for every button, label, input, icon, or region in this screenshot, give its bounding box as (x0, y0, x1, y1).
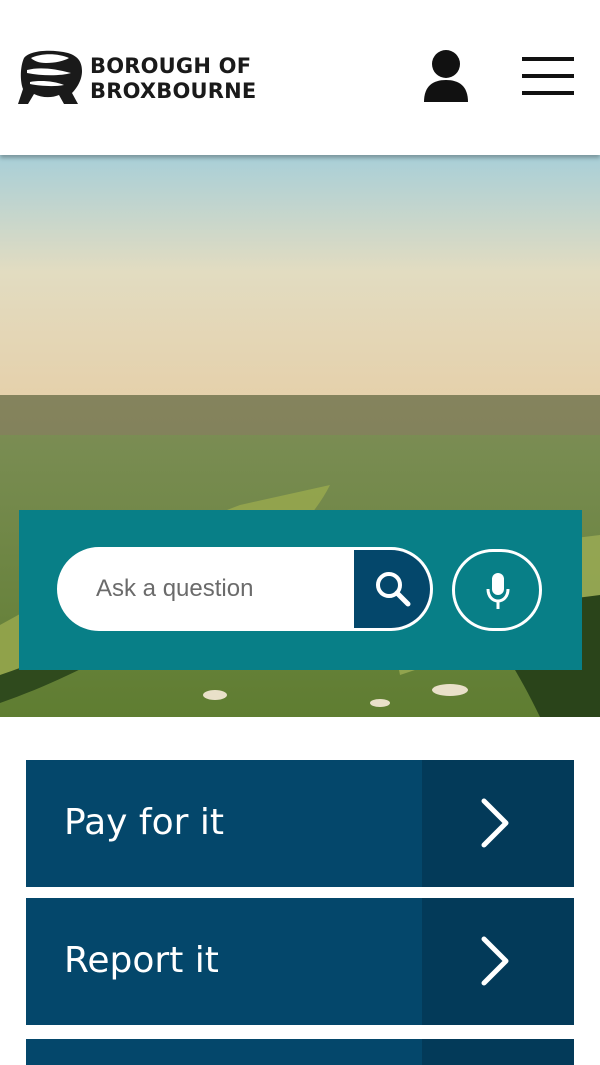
search-box (57, 547, 433, 631)
report-it-button[interactable]: Report it (26, 898, 574, 1025)
menu-line-bottom (522, 91, 574, 95)
person-icon (424, 50, 468, 102)
hamburger-menu-icon[interactable] (520, 55, 576, 97)
chevron-right-icon (481, 798, 509, 848)
pay-for-it-button[interactable]: Pay for it (26, 760, 574, 887)
voice-search-button[interactable] (452, 549, 542, 631)
logo-line-1: BOROUGH OF (90, 54, 252, 78)
chevron-right-icon (481, 936, 509, 986)
logo-line-2: BROXBOURNE (90, 79, 257, 103)
menu-line-top (522, 57, 574, 61)
search-input[interactable] (60, 550, 354, 628)
account-button[interactable] (420, 48, 472, 104)
logo-text: BOROUGH OF BROXBOURNE (90, 54, 256, 104)
site-header: BOROUGH OF BROXBOURNE (0, 0, 600, 155)
task-arrow (422, 760, 574, 887)
menu-line-middle (522, 74, 574, 78)
hero-banner (0, 155, 600, 717)
microphone-icon (486, 573, 510, 609)
task-arrow (422, 1039, 574, 1065)
task-button-partial[interactable] (26, 1039, 574, 1065)
search-icon (376, 572, 411, 607)
search-button[interactable] (354, 550, 430, 628)
task-label: Report it (64, 940, 219, 981)
search-panel (19, 510, 582, 670)
task-arrow (422, 898, 574, 1025)
borough-logo[interactable]: BOROUGH OF BROXBOURNE (18, 49, 268, 107)
badger-logo-icon (18, 50, 82, 104)
task-label: Pay for it (64, 802, 224, 843)
